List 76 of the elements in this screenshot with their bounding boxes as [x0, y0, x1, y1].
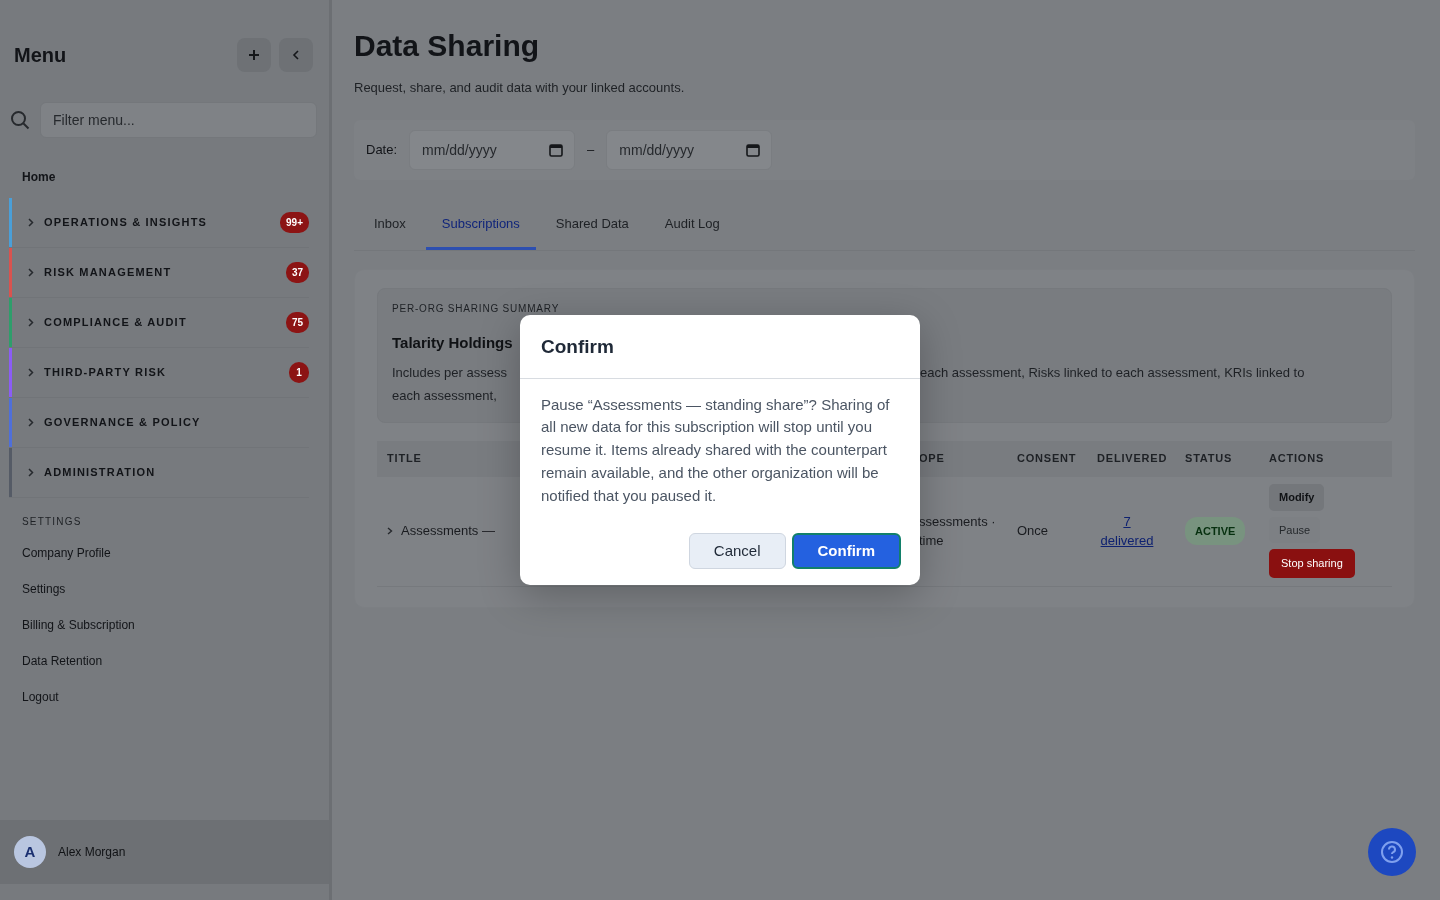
menu-group[interactable]: GOVERNANCE & POLICY — [12, 414, 309, 431]
chevron-right-icon — [28, 418, 34, 427]
menu-title: Menu — [14, 43, 67, 68]
avatar: A — [14, 836, 46, 868]
menu-group[interactable]: THIRD-PARTY RISK 1 — [12, 362, 309, 383]
chevron-right-icon — [28, 268, 34, 277]
date-label: Date: — [366, 140, 398, 159]
count-badge: 37 — [285, 262, 309, 283]
column-header: OPE — [919, 451, 946, 467]
column-header: CONSENT — [1017, 451, 1078, 467]
menu-link[interactable]: Company Profile — [0, 535, 329, 571]
summary-text: Includes per assess — [392, 363, 508, 382]
menu-group[interactable]: OPERATIONS & INSIGHTS 99+ — [12, 212, 309, 233]
help-icon — [1379, 839, 1405, 865]
tab[interactable]: Inbox — [358, 199, 422, 250]
page-title: Data Sharing — [354, 28, 541, 64]
add-button[interactable] — [237, 38, 271, 72]
column-header: DELIVERED — [1097, 451, 1169, 467]
tab[interactable]: Shared Data — [539, 199, 645, 250]
table-cell-text: Assessments — — [401, 522, 495, 541]
action-button[interactable]: Stop sharing — [1269, 549, 1355, 578]
table-cell-text: time — [919, 532, 945, 550]
plus-icon — [249, 50, 259, 60]
calendar-icon — [549, 142, 564, 157]
menu-group-label: RISK MANAGEMENT — [44, 265, 173, 281]
menu-group-label: ADMINISTRATION — [44, 465, 157, 481]
menu-group-label: OPERATIONS & INSIGHTS — [44, 215, 209, 231]
org-name: Talarity Holdings — [392, 333, 514, 353]
count-badge: 75 — [285, 312, 309, 333]
summary-text: each assessment, Risks linked to each assessment, KRIs linked to — [920, 363, 1306, 382]
help-button[interactable] — [1368, 828, 1416, 876]
menu-link[interactable]: Settings — [0, 571, 329, 607]
column-header: ACTIONS — [1269, 451, 1326, 467]
section-heading: SETTINGS — [21, 515, 83, 529]
delivered-link[interactable]: 7 delivered — [1097, 511, 1157, 551]
home-link[interactable]: Home — [0, 138, 329, 198]
cancel-button[interactable]: Cancel — [688, 533, 786, 570]
chevron-right-icon — [28, 218, 34, 227]
menu-group-label: GOVERNANCE & POLICY — [44, 415, 202, 431]
menu-link[interactable]: Logout — [0, 679, 329, 715]
action-button[interactable]: Modify — [1269, 484, 1325, 511]
menu-link[interactable]: Data Retention — [0, 643, 329, 679]
count-badge: 99+ — [280, 212, 309, 233]
user-bar[interactable]: A Alex Morgan — [0, 820, 329, 884]
menu-group[interactable]: COMPLIANCE & AUDIT 75 — [12, 312, 309, 333]
search-icon — [10, 110, 30, 130]
date-field[interactable]: mm/dd/yyyy — [409, 129, 576, 170]
menu-group[interactable]: RISK MANAGEMENT 37 — [12, 262, 309, 283]
chevron-right-icon — [28, 368, 34, 377]
column-header: TITLE — [387, 451, 423, 467]
tab[interactable]: Subscriptions — [425, 199, 536, 250]
filter-field[interactable]: Filter menu... — [40, 102, 317, 138]
dialog-title: Confirm — [520, 315, 920, 379]
chevron-right-icon — [28, 318, 34, 327]
column-header: STATUS — [1185, 451, 1234, 467]
date-field[interactable]: mm/dd/yyyy — [606, 129, 773, 170]
tab[interactable]: Audit Log — [648, 199, 736, 250]
menu-group-label: THIRD-PARTY RISK — [44, 365, 168, 381]
summary-heading: PER-ORG SHARING SUMMARY — [392, 302, 561, 316]
menu-group-label: COMPLIANCE & AUDIT — [44, 315, 188, 331]
expand-icon[interactable] — [387, 527, 393, 535]
dialog-message: Pause “Assessments — standing share”? Sharing of all new data for this subscription will stop until you resume it. Items already shared with the counterpart remain available, and the other organization will be notified that you paused it. — [540, 394, 891, 506]
page-subtitle: Request, share, and audit data with your linked accounts. — [354, 79, 686, 97]
table-cell-text: ssessments · — [919, 512, 997, 531]
chevron-left-icon — [292, 50, 300, 60]
range-separator: – — [587, 140, 595, 159]
calendar-icon — [746, 142, 761, 157]
chevron-right-icon — [28, 468, 34, 477]
status-badge: ACTIVE — [1185, 516, 1246, 546]
menu-link[interactable]: Billing & Subscription — [0, 607, 329, 643]
menu-group[interactable]: ADMINISTRATION — [12, 464, 309, 481]
confirm-button[interactable]: Confirm — [791, 533, 901, 570]
user-name: Alex Morgan — [58, 844, 126, 861]
count-badge: 1 — [289, 362, 309, 383]
table-cell-text: Once — [1017, 522, 1050, 541]
summary-text: each assessment, — [392, 387, 498, 405]
